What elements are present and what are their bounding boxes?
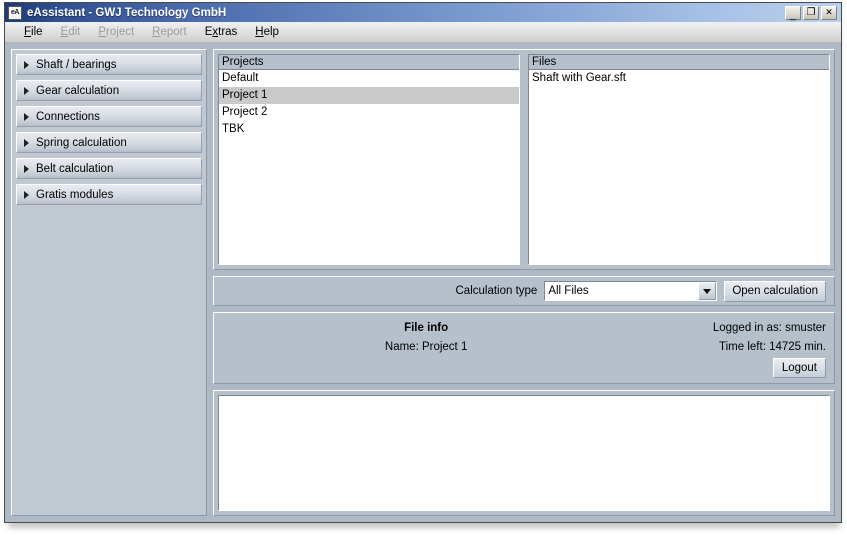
file-info-title: File info xyxy=(292,319,560,338)
output-panel xyxy=(213,390,835,516)
menu-item-project[interactable]: Project xyxy=(89,25,143,40)
menu-item-file[interactable]: File xyxy=(15,25,52,40)
calculation-type-value: All Files xyxy=(545,285,698,297)
menu-bar: File Edit Project Report Extras Help xyxy=(5,22,841,43)
menu-item-report[interactable]: Report xyxy=(143,25,196,40)
sidebar-item-label: Gratis modules xyxy=(36,189,113,201)
projects-list-body: Default Project 1 Project 2 TBK xyxy=(219,70,519,264)
sidebar-item-connections[interactable]: Connections xyxy=(16,106,202,127)
files-list-body: Shaft with Gear.sft xyxy=(529,70,829,264)
chevron-right-icon xyxy=(24,113,29,121)
lists-panel: Projects Default Project 1 Project 2 TBK… xyxy=(213,49,835,270)
screen: eA eAssistant - GWJ Technology GmbH _ ❐ … xyxy=(0,0,847,538)
list-item[interactable]: Project 2 xyxy=(219,104,519,121)
sidebar-item-label: Connections xyxy=(36,111,100,123)
application-window: eA eAssistant - GWJ Technology GmbH _ ❐ … xyxy=(4,2,842,523)
window-body: Shaft / bearings Gear calculation Connec… xyxy=(5,43,841,522)
menu-item-extras[interactable]: Extras xyxy=(196,25,247,40)
chevron-down-icon[interactable] xyxy=(698,282,716,300)
files-listbox[interactable]: Files Shaft with Gear.sft xyxy=(528,54,830,265)
logged-in-status: Logged in as: smuster xyxy=(560,319,826,338)
calculation-type-label: Calculation type xyxy=(456,285,538,297)
menu-item-help[interactable]: Help xyxy=(246,25,288,40)
close-button[interactable]: ✕ xyxy=(821,6,837,20)
logout-wrap: Logout xyxy=(222,358,826,378)
file-info-grid: File info Name: Project 1 Logged in as: … xyxy=(222,319,826,357)
chevron-right-icon xyxy=(24,191,29,199)
projects-listbox[interactable]: Projects Default Project 1 Project 2 TBK xyxy=(218,54,520,265)
title-bar[interactable]: eA eAssistant - GWJ Technology GmbH _ ❐ … xyxy=(5,3,841,22)
file-info-left: File info Name: Project 1 xyxy=(222,319,560,357)
window-controls: _ ❐ ✕ xyxy=(785,6,837,20)
file-info-name: Name: Project 1 xyxy=(292,338,560,357)
file-info-right: Logged in as: smuster Time left: 14725 m… xyxy=(560,319,826,357)
sidebar-item-label: Belt calculation xyxy=(36,163,113,175)
list-item[interactable]: Shaft with Gear.sft xyxy=(529,70,829,87)
close-icon: ✕ xyxy=(825,8,833,17)
menu-item-edit[interactable]: Edit xyxy=(52,25,90,40)
maximize-button[interactable]: ❐ xyxy=(803,6,819,20)
chevron-right-icon xyxy=(24,165,29,173)
sidebar-item-label: Gear calculation xyxy=(36,85,119,97)
app-icon: eA xyxy=(8,6,22,20)
sidebar-item-shaft-bearings[interactable]: Shaft / bearings xyxy=(16,54,202,75)
open-calculation-button[interactable]: Open calculation xyxy=(724,281,826,302)
sidebar-item-spring-calculation[interactable]: Spring calculation xyxy=(16,132,202,153)
list-item[interactable]: Default xyxy=(219,70,519,87)
calculation-type-select[interactable]: All Files xyxy=(544,281,717,301)
sidebar-item-label: Shaft / bearings xyxy=(36,59,117,71)
files-list-header: Files xyxy=(529,55,829,70)
minimize-icon: _ xyxy=(790,11,796,20)
file-info-panel: File info Name: Project 1 Logged in as: … xyxy=(213,312,835,384)
sidebar-item-belt-calculation[interactable]: Belt calculation xyxy=(16,158,202,179)
chevron-right-icon xyxy=(24,61,29,69)
chevron-right-icon xyxy=(24,87,29,95)
output-textarea[interactable] xyxy=(218,395,830,511)
chevron-right-icon xyxy=(24,139,29,147)
logout-button[interactable]: Logout xyxy=(773,358,826,378)
sidebar: Shaft / bearings Gear calculation Connec… xyxy=(11,49,207,516)
main-content: Projects Default Project 1 Project 2 TBK… xyxy=(213,49,835,516)
time-left-status: Time left: 14725 min. xyxy=(560,338,826,357)
sidebar-item-gratis-modules[interactable]: Gratis modules xyxy=(16,184,202,205)
minimize-button[interactable]: _ xyxy=(785,6,801,20)
projects-list-header: Projects xyxy=(219,55,519,70)
sidebar-item-label: Spring calculation xyxy=(36,137,127,149)
window-title: eAssistant - GWJ Technology GmbH xyxy=(27,7,785,19)
list-item[interactable]: Project 1 xyxy=(219,87,519,104)
list-item[interactable]: TBK xyxy=(219,121,519,138)
sidebar-item-gear-calculation[interactable]: Gear calculation xyxy=(16,80,202,101)
calculation-type-bar: Calculation type All Files Open calculat… xyxy=(213,276,835,306)
maximize-icon: ❐ xyxy=(807,8,816,17)
